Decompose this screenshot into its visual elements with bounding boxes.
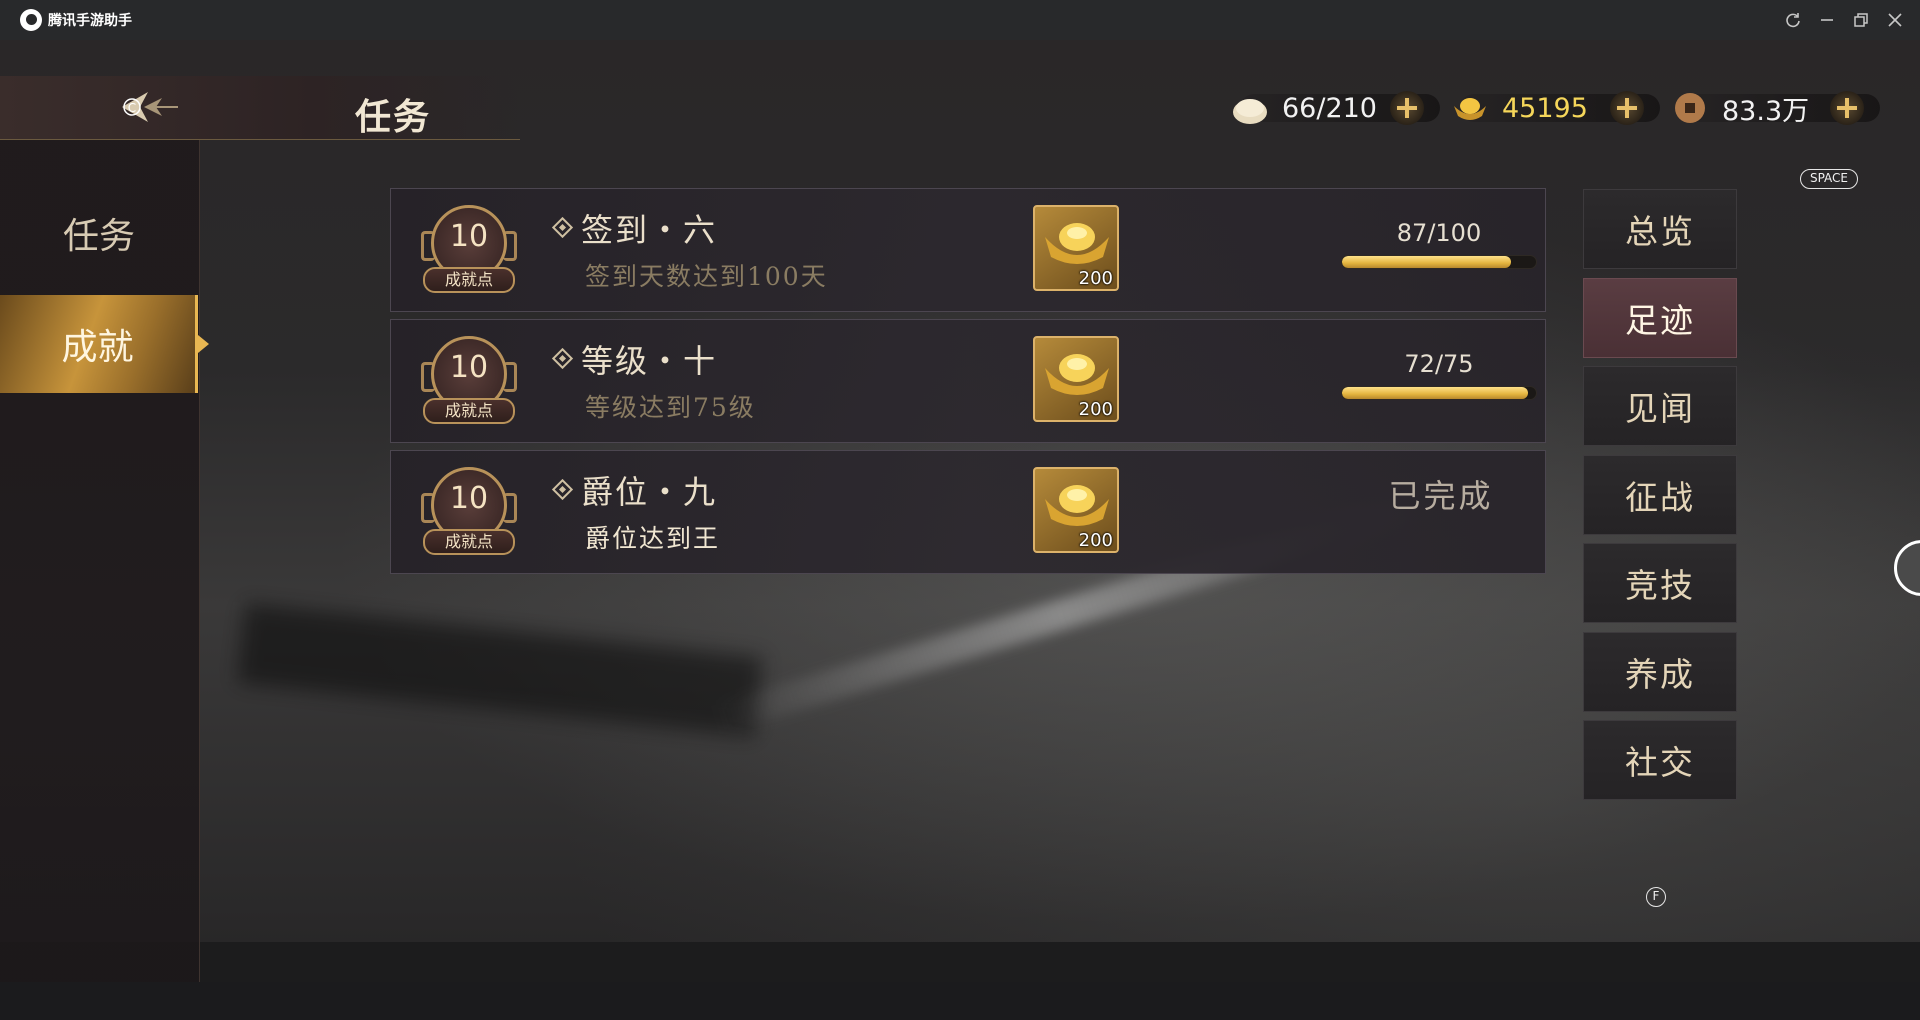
page-title: 任务: [355, 96, 432, 138]
category-growth[interactable]: 养成: [1583, 631, 1737, 712]
achievement-row[interactable]: 10 成就点 等级・十 等级达到75级 200 72/75: [390, 319, 1546, 443]
copper-coin-icon: [1670, 88, 1710, 128]
bottom-band: [0, 942, 1920, 982]
progress-fill: [1342, 387, 1529, 399]
progress-text: 72/75: [1404, 350, 1474, 378]
diamond-icon: [551, 216, 574, 239]
restore-icon[interactable]: [1852, 11, 1870, 29]
game-viewport: C 任务 66/210 45195 83.3万 SPACE F 任务 成就 10…: [0, 40, 1920, 982]
points-label: 成就点: [423, 267, 515, 293]
sidebar-tab-achievements[interactable]: 成就: [0, 295, 209, 393]
emulator-titlebar: 腾讯手游助手: [0, 0, 1920, 40]
back-button[interactable]: C: [118, 86, 180, 128]
reward-item[interactable]: 200: [1033, 467, 1119, 553]
category-footprints[interactable]: 足迹: [1583, 277, 1737, 358]
category-arena[interactable]: 竞技: [1583, 543, 1737, 623]
points-value: 10: [449, 219, 489, 254]
achievement-name: 等级・十: [581, 342, 718, 380]
side-drawer-handle[interactable]: [1894, 540, 1920, 596]
achievement-list: 10 成就点 签到・六 签到天数达到100天 200 87/100 10 成就点…: [390, 188, 1546, 581]
category-knowledge[interactable]: 见闻: [1583, 366, 1737, 446]
reward-quantity: 200: [1078, 530, 1113, 551]
progress-bar: [1341, 386, 1537, 400]
points-label: 成就点: [423, 529, 515, 555]
category-overview[interactable]: 总览: [1583, 189, 1737, 269]
achievement-name: 签到・六: [581, 211, 718, 249]
gold-value: 45195: [1502, 92, 1588, 124]
add-gold-button[interactable]: [1610, 91, 1644, 125]
app-title: 腾讯手游助手: [48, 13, 132, 29]
achievement-points-medal: 10 成就点: [419, 336, 519, 432]
achievement-points-medal: 10 成就点: [419, 467, 519, 563]
copper-value: 83.3万: [1722, 95, 1810, 127]
points-value: 10: [449, 350, 489, 385]
background-shadow: [237, 603, 763, 737]
reward-quantity: 200: [1078, 399, 1113, 420]
add-stamina-button[interactable]: [1390, 91, 1424, 125]
header: C 任务 66/210 45195 83.3万: [0, 76, 1920, 140]
window-controls: [1784, 0, 1904, 40]
app-logo-icon: [20, 9, 42, 31]
add-copper-button[interactable]: [1830, 91, 1864, 125]
achievement-row[interactable]: 10 成就点 签到・六 签到天数达到100天 200 87/100: [390, 188, 1546, 312]
space-key-hint: SPACE: [1800, 169, 1858, 189]
reward-quantity: 200: [1078, 268, 1113, 289]
copper-currency: 83.3万: [1670, 88, 1890, 128]
gold-currency: 45195: [1450, 88, 1670, 128]
gold-ingot-icon: [1045, 223, 1109, 264]
back-key-hint: C: [128, 101, 136, 115]
sidebar: 任务 成就: [0, 140, 209, 982]
progress-text: 87/100: [1396, 219, 1482, 247]
gold-ingot-icon: [1450, 88, 1490, 128]
header-plate: [0, 76, 520, 140]
sidebar-tab-tasks[interactable]: 任务: [0, 184, 198, 282]
points-value: 10: [449, 481, 489, 516]
refresh-icon[interactable]: [1784, 11, 1802, 29]
stamina-currency: 66/210: [1230, 88, 1450, 128]
close-icon[interactable]: [1886, 11, 1904, 29]
points-label: 成就点: [423, 398, 515, 424]
f-key-hint: F: [1646, 887, 1666, 907]
achievement-points-medal: 10 成就点: [419, 205, 519, 301]
category-social[interactable]: 社交: [1583, 720, 1737, 800]
currency-bar: 66/210 45195 83.3万: [1230, 88, 1890, 128]
category-battle[interactable]: 征战: [1583, 454, 1737, 535]
achievement-desc: 等级达到75级: [585, 393, 756, 422]
reward-item[interactable]: 200: [1033, 336, 1119, 422]
gold-ingot-icon: [1045, 354, 1109, 395]
progress: 87/100: [1341, 219, 1537, 269]
diamond-icon: [551, 478, 574, 501]
bun-icon: [1230, 88, 1270, 128]
reward-item[interactable]: 200: [1033, 205, 1119, 291]
diamond-icon: [551, 347, 574, 370]
achievement-desc: 爵位达到王: [585, 524, 721, 553]
achievement-name: 爵位・九: [581, 473, 718, 511]
progress: 72/75: [1341, 350, 1537, 400]
category-list: 总览 足迹 见闻 征战 竞技 养成 社交: [1583, 189, 1737, 809]
minimize-icon[interactable]: [1818, 11, 1836, 29]
completed-status: 已完成: [1388, 477, 1494, 515]
stamina-value: 66/210: [1282, 92, 1377, 124]
achievement-row[interactable]: 10 成就点 爵位・九 爵位达到王 200 已完成: [390, 450, 1546, 574]
achievement-desc: 签到天数达到100天: [585, 262, 828, 291]
progress-bar: [1341, 255, 1537, 269]
progress-fill: [1342, 256, 1511, 268]
gold-ingot-icon: [1045, 485, 1109, 526]
